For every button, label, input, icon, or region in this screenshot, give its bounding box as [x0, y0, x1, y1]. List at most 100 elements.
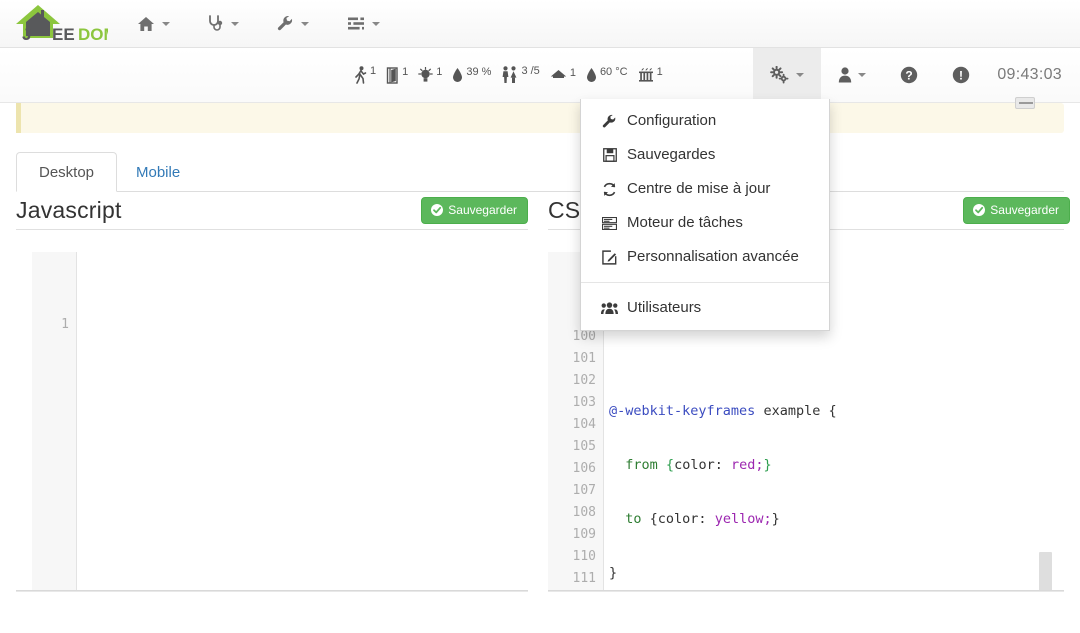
chevron-down-icon [858, 73, 867, 77]
javascript-panel: Javascript Sauvegarder 1 [16, 192, 528, 592]
summary-humidity[interactable]: 39 % [447, 65, 496, 84]
summary-value: 3 /5 [521, 65, 540, 77]
save-css-button[interactable]: Sauvegarder [963, 197, 1070, 224]
menu-item-centre-mise-a-jour[interactable]: Centre de mise à jour [581, 172, 829, 206]
menu-item-label: Configuration [627, 112, 717, 129]
alert-toggle-button[interactable] [1015, 97, 1035, 109]
javascript-code-content[interactable] [96, 314, 528, 591]
line-number: 102 [572, 373, 596, 388]
code-line: from {color: red;} [625, 457, 772, 473]
line-number: 101 [572, 351, 596, 366]
heating-icon [638, 67, 654, 83]
menu-item-label: Moteur de tâches [627, 214, 743, 231]
summary-value: 60 °C [599, 65, 628, 78]
chevron-down-icon [231, 21, 239, 26]
save-javascript-button[interactable]: Sauvegarder [421, 197, 528, 224]
people-icon [501, 66, 518, 84]
editor-bottom-border [16, 590, 528, 591]
line-number: 110 [572, 549, 596, 564]
edit-square-icon [601, 249, 618, 265]
floppy-disk-icon [601, 148, 618, 162]
svg-text:DOM: DOM [78, 25, 108, 44]
tasks-icon [601, 216, 618, 230]
chevron-down-icon [372, 21, 380, 26]
menu-item-label: Personnalisation avancée [627, 248, 799, 265]
javascript-code-editor[interactable]: 1 [16, 252, 528, 592]
motion-icon [355, 66, 367, 84]
menu-item-personnalisation-avancee[interactable]: Personnalisation avancée [581, 240, 829, 274]
alert-banner [16, 103, 1064, 133]
menu-item-label: Utilisateurs [627, 299, 702, 316]
tab-label: Desktop [39, 163, 95, 181]
javascript-panel-header: Javascript Sauvegarder [16, 192, 528, 230]
top-navbar: J EE DOM [0, 0, 1080, 48]
app-root: J EE DOM [0, 0, 1080, 633]
gears-icon [770, 66, 790, 84]
shutter-icon [550, 68, 567, 82]
main-nav [118, 0, 399, 47]
tools-info[interactable]: ! [935, 48, 987, 102]
summary-light[interactable]: 1 [413, 66, 447, 84]
tab-desktop[interactable]: Desktop [16, 152, 118, 192]
code-line: @-webkit-keyframes example { [609, 403, 837, 419]
summary-shutter[interactable]: 1 [545, 67, 581, 82]
line-number: 109 [572, 527, 596, 542]
sliders-icon [347, 16, 365, 31]
line-number: 108 [572, 505, 596, 520]
nav-item-home[interactable] [118, 0, 189, 47]
status-bar: 1 1 1 39 % 3 /5 1 60 °C 1 ? ! 09:43:03 [0, 48, 1080, 136]
javascript-gutter: 1 [32, 252, 77, 591]
summary-value: 39 % [466, 65, 492, 78]
summary-value: 1 [656, 66, 663, 78]
wrench-icon [277, 15, 294, 32]
jeedom-logo[interactable]: J EE DOM [8, 2, 108, 46]
line-number: 105 [572, 439, 596, 454]
line-number: 107 [572, 483, 596, 498]
check-circle-icon [431, 204, 444, 216]
nav-item-plugins[interactable] [328, 0, 399, 47]
line-number: 103 [572, 395, 596, 410]
chevron-down-icon [301, 21, 309, 26]
house-summary: 1 1 1 39 % 3 /5 1 60 °C 1 [350, 48, 668, 102]
summary-heating[interactable]: 1 [633, 66, 668, 83]
menu-item-utilisateurs[interactable]: Utilisateurs [581, 291, 829, 325]
refresh-icon [601, 182, 618, 197]
menu-item-label: Sauvegardes [627, 146, 716, 163]
svg-text:EE: EE [52, 25, 75, 44]
svg-text:!: ! [959, 69, 963, 83]
nav-item-tools[interactable] [258, 0, 328, 47]
exclamation-circle-icon: ! [952, 66, 970, 84]
menu-item-configuration[interactable]: Configuration [581, 104, 829, 138]
chevron-down-icon [796, 73, 805, 77]
light-icon [418, 66, 434, 84]
summary-value: 1 [370, 65, 377, 77]
tab-label: Mobile [136, 163, 181, 181]
css-editor-scrollbar[interactable] [1039, 552, 1052, 591]
menu-item-moteur-de-taches[interactable]: Moteur de tâches [581, 206, 829, 240]
menu-item-label: Centre de mise à jour [627, 180, 771, 197]
tools-help[interactable]: ? [883, 48, 935, 102]
tab-mobile[interactable]: Mobile [114, 152, 202, 192]
save-button-label: Sauvegarder [448, 203, 517, 217]
user-icon [838, 67, 852, 83]
svg-text:J: J [22, 25, 31, 44]
summary-people[interactable]: 3 /5 [496, 65, 544, 84]
summary-door[interactable]: 1 [381, 66, 413, 84]
code-line: to {color: yellow;} [625, 511, 780, 527]
check-circle-icon [973, 204, 986, 216]
chevron-down-icon [162, 21, 170, 26]
gears-dropdown-menu: Configuration Sauvegardes Centre de mise… [580, 99, 830, 331]
summary-motion[interactable]: 1 [350, 65, 381, 84]
tools-user-menu[interactable] [821, 48, 883, 102]
menu-divider [581, 282, 829, 283]
clock: 09:43:03 [997, 66, 1062, 83]
nav-item-analysis[interactable] [189, 0, 258, 47]
menu-item-sauvegardes[interactable]: Sauvegardes [581, 138, 829, 172]
view-tabs: Desktop Mobile [16, 152, 1064, 192]
save-button-label: Sauvegarder [990, 203, 1059, 217]
summary-temperature[interactable]: 60 °C [581, 65, 633, 84]
users-icon [601, 301, 618, 315]
tools-gears-menu[interactable] [753, 48, 822, 102]
